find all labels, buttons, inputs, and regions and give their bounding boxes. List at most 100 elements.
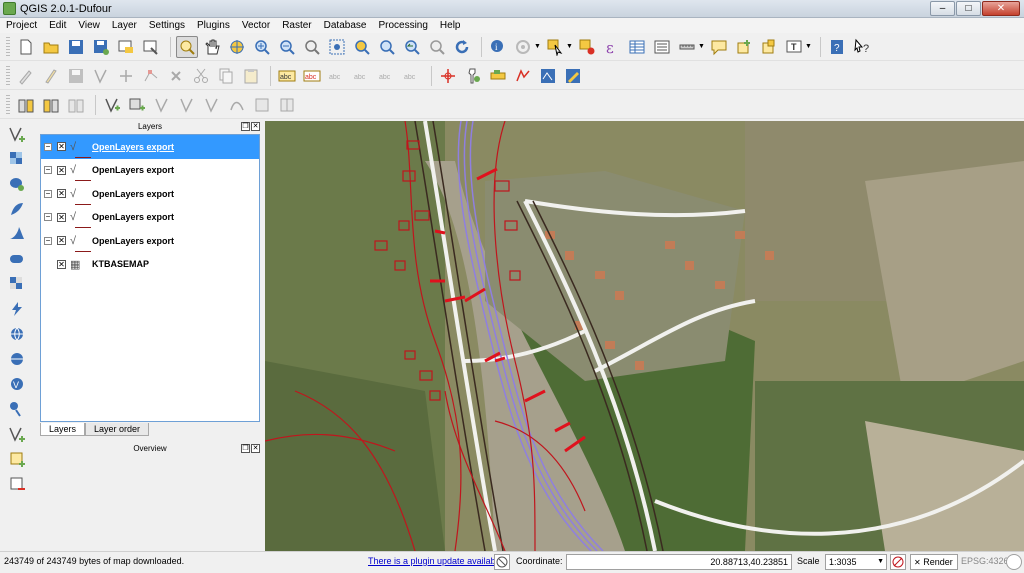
cut-features-icon[interactable] xyxy=(190,65,212,87)
layer-visibility-checkbox[interactable]: ✕ xyxy=(57,165,66,175)
merge-layers-icon[interactable] xyxy=(65,94,87,116)
menu-database[interactable]: Database xyxy=(318,18,373,33)
layer-item-openlayers-export-2[interactable]: − ✕ √ OpenLayers export xyxy=(41,159,259,183)
show-bookmarks-icon[interactable] xyxy=(758,36,780,58)
collapse-toggle[interactable]: − xyxy=(44,142,52,151)
chevron-down-icon[interactable]: ▼ xyxy=(698,43,705,50)
add-raster-layer-icon[interactable] xyxy=(6,148,28,170)
pan-to-selection-icon[interactable] xyxy=(226,36,248,58)
current-edits-icon[interactable] xyxy=(15,65,37,87)
plugin-update-link[interactable]: There is a plugin update available xyxy=(368,556,503,566)
layer-item-openlayers-export-1[interactable]: − ✕ √ OpenLayers export xyxy=(41,135,259,159)
layer-visibility-checkbox[interactable]: ✕ xyxy=(57,212,66,222)
render-checkbox[interactable]: ✕ Render xyxy=(910,554,958,570)
close-button[interactable]: ✕ xyxy=(982,1,1020,16)
add-part-icon[interactable] xyxy=(126,94,148,116)
open-field-calculator-icon[interactable]: ε xyxy=(601,36,623,58)
layer-labeling-icon[interactable]: abc xyxy=(276,65,298,87)
layer-item-openlayers-export-4[interactable]: − ✕ √ OpenLayers export xyxy=(41,206,259,230)
add-delimited-text-layer-icon[interactable]: V xyxy=(6,373,28,395)
coordinate-capture-icon[interactable] xyxy=(437,65,459,87)
overview-panel[interactable] xyxy=(40,456,260,551)
zoom-to-selection-icon[interactable] xyxy=(351,36,373,58)
toolbar-grip[interactable] xyxy=(6,65,10,86)
text-annotation-icon[interactable]: T xyxy=(783,36,805,58)
toolbar-grip[interactable] xyxy=(6,94,10,115)
open-attribute-table-icon[interactable] xyxy=(626,36,648,58)
menu-vector[interactable]: Vector xyxy=(236,18,276,33)
zoom-next-icon[interactable] xyxy=(426,36,448,58)
add-mssql-layer-icon[interactable] xyxy=(6,223,28,245)
chevron-down-icon[interactable]: ▼ xyxy=(566,43,573,50)
menu-project[interactable]: Project xyxy=(0,18,43,33)
new-print-composer-icon[interactable] xyxy=(115,36,137,58)
float-dock-button[interactable]: ❐ xyxy=(241,444,250,453)
add-wcs-layer-icon[interactable] xyxy=(6,298,28,320)
messages-icon[interactable] xyxy=(1006,554,1022,570)
menu-processing[interactable]: Processing xyxy=(372,18,433,33)
add-ring-icon[interactable] xyxy=(101,94,123,116)
tab-layer-order[interactable]: Layer order xyxy=(85,423,150,436)
menu-layer[interactable]: Layer xyxy=(106,18,143,33)
highlight-pinned-labels-icon[interactable]: abc xyxy=(326,65,348,87)
save-layer-edits-icon[interactable] xyxy=(65,65,87,87)
delete-ring-icon[interactable] xyxy=(176,94,198,116)
close-dock-button[interactable]: ✕ xyxy=(251,444,260,453)
layer-visibility-checkbox[interactable]: ✕ xyxy=(57,236,66,246)
new-shapefile-layer-icon[interactable] xyxy=(6,423,28,445)
measure-line-icon[interactable] xyxy=(676,36,698,58)
menu-raster[interactable]: Raster xyxy=(276,18,317,33)
layer-visibility-checkbox[interactable]: ✕ xyxy=(57,259,66,269)
add-vector-layer-icon[interactable] xyxy=(6,123,28,145)
refresh-icon[interactable] xyxy=(451,36,473,58)
toggle-editing-icon[interactable] xyxy=(40,65,62,87)
toolbar-grip[interactable] xyxy=(6,36,10,57)
delete-selected-icon[interactable] xyxy=(165,65,187,87)
add-wfs-globe-icon[interactable] xyxy=(6,348,28,370)
run-feature-action-icon[interactable] xyxy=(512,36,534,58)
layer-item-ktbasemap[interactable]: ✕ ▦ KTBASEMAP xyxy=(41,253,259,277)
coordinate-field[interactable]: 20.88713,40.23851 xyxy=(566,554,792,570)
chevron-down-icon[interactable]: ▼ xyxy=(805,43,812,50)
stop-render-icon[interactable] xyxy=(890,554,906,570)
identify-features-icon[interactable]: i xyxy=(487,36,509,58)
pan-map-icon[interactable] xyxy=(176,35,198,58)
menu-settings[interactable]: Settings xyxy=(143,18,191,33)
add-wfs-layer-icon[interactable] xyxy=(6,323,28,345)
add-postgis-layer-icon[interactable] xyxy=(6,173,28,195)
change-label-icon[interactable]: abc xyxy=(401,65,423,87)
copy-features-icon[interactable] xyxy=(215,65,237,87)
save-project-icon[interactable] xyxy=(65,36,87,58)
tab-layers[interactable]: Layers xyxy=(40,423,86,436)
spatial-query-icon[interactable] xyxy=(15,94,37,116)
collapse-toggle[interactable]: − xyxy=(44,166,52,175)
scale-combobox[interactable]: 1:3035 ▼ xyxy=(825,554,887,570)
menu-view[interactable]: View xyxy=(72,18,106,33)
zoom-full-icon[interactable] xyxy=(326,36,348,58)
georeferencer-icon[interactable] xyxy=(537,65,559,87)
add-spatialite-layer-icon[interactable] xyxy=(6,198,28,220)
move-label-icon[interactable]: abc xyxy=(351,65,373,87)
add-gpx-layer-icon[interactable] xyxy=(6,398,28,420)
help-contents-icon[interactable]: ? xyxy=(826,36,848,58)
raster-calculator-icon[interactable] xyxy=(487,65,509,87)
new-bookmark-icon[interactable] xyxy=(733,36,755,58)
collapse-toggle[interactable]: − xyxy=(44,213,52,222)
delete-part-icon[interactable] xyxy=(201,94,223,116)
chevron-down-icon[interactable]: ▼ xyxy=(534,43,541,50)
menu-help[interactable]: Help xyxy=(434,18,467,33)
composer-manager-icon[interactable] xyxy=(140,36,162,58)
paste-features-icon[interactable] xyxy=(240,65,262,87)
fill-ring-icon[interactable] xyxy=(151,94,173,116)
map-canvas[interactable] xyxy=(265,121,1024,551)
maximize-button[interactable]: □ xyxy=(956,1,981,16)
menu-plugins[interactable]: Plugins xyxy=(191,18,236,33)
spatial-join-icon[interactable] xyxy=(40,94,62,116)
pan-hand-icon[interactable] xyxy=(201,36,223,58)
close-dock-button[interactable]: ✕ xyxy=(251,122,260,131)
edit-style-icon[interactable] xyxy=(562,65,584,87)
add-wms-layer-icon[interactable] xyxy=(6,273,28,295)
remove-layer-icon[interactable] xyxy=(6,473,28,495)
layer-visibility-checkbox[interactable]: ✕ xyxy=(57,142,66,152)
offset-curve-icon[interactable] xyxy=(251,94,273,116)
